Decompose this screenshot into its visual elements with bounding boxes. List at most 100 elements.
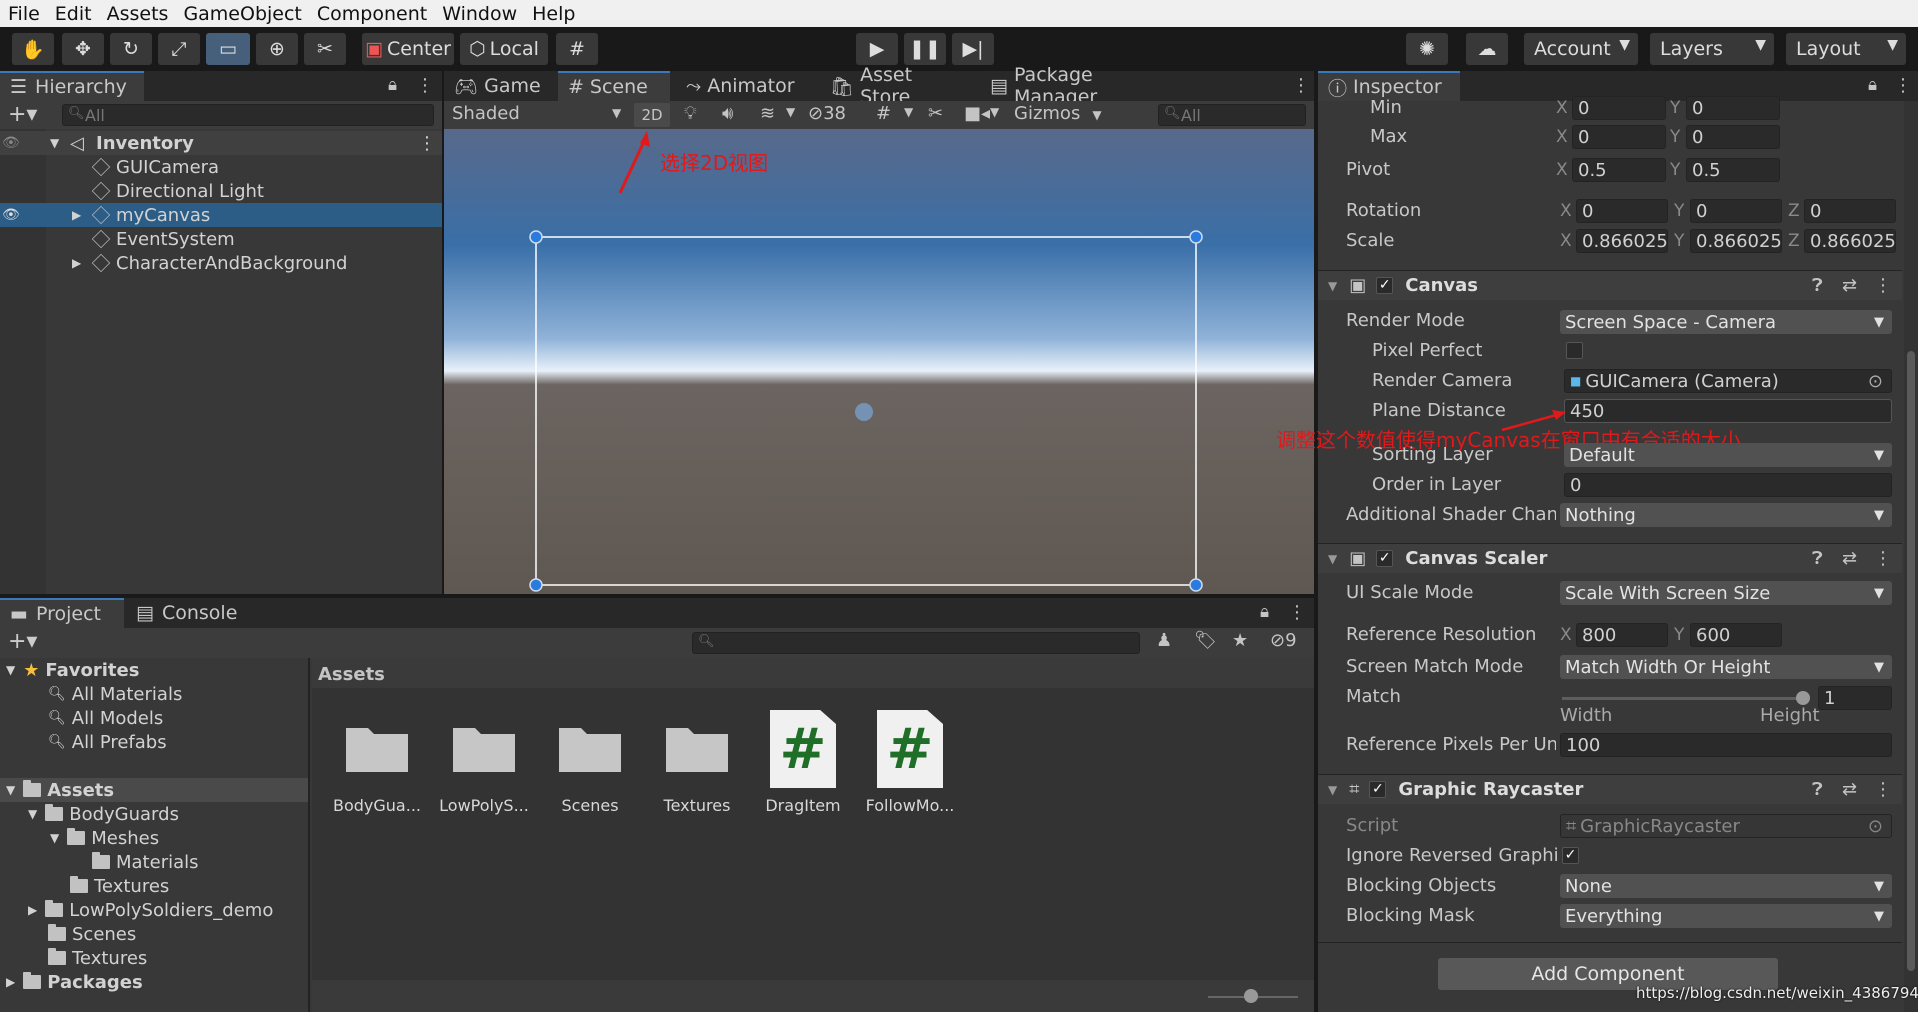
camera-icon[interactable]: ■◂ <box>964 103 990 124</box>
more-icon[interactable]: ⋮ <box>1874 275 1892 296</box>
custom-tool-icon[interactable]: ✂ <box>304 33 346 65</box>
chevron-down-icon[interactable]: ▼ <box>990 105 999 119</box>
graphic-raycaster-header[interactable]: ▼ ⌗ ✓ Graphic Raycaster ❓︎ ⇄ ⋮ <box>1318 774 1902 804</box>
ignore-reversed-checkbox[interactable]: ✓ <box>1562 847 1579 864</box>
enabled-checkbox[interactable]: ✓ <box>1376 277 1394 294</box>
menu-gameobject[interactable]: GameObject <box>175 3 308 25</box>
blocking-mask-dropdown[interactable]: Everything ▼ <box>1560 904 1892 928</box>
chevron-right-icon[interactable]: ▶ <box>72 208 81 222</box>
chevron-down-icon[interactable]: ▼ <box>786 105 795 119</box>
canvas-scaler-header[interactable]: ▼ ▣ ✓ Canvas Scaler ❓︎ ⇄ ⋮ <box>1318 543 1902 573</box>
settings-icon[interactable]: ⇄ <box>1842 275 1857 296</box>
more-icon[interactable]: ⋮ <box>416 75 434 96</box>
cloud-icon[interactable]: ☁ <box>1466 33 1508 65</box>
shading-dropdown[interactable]: Shaded ▼ <box>452 103 622 124</box>
pivot-y-field[interactable]: 0.5 <box>1686 158 1780 182</box>
tab-hierarchy[interactable]: ☰ Hierarchy <box>0 71 144 101</box>
layers-dropdown[interactable]: Layers ▼ <box>1650 33 1774 65</box>
sorting-layer-dropdown[interactable]: Default ▼ <box>1564 443 1892 467</box>
rect-tool-icon[interactable]: ▭ <box>206 33 250 65</box>
pause-icon[interactable]: ❚❚ <box>904 33 946 65</box>
transform-tool-icon[interactable]: ⊕ <box>256 33 298 65</box>
list-item[interactable]: Textures <box>48 946 147 970</box>
scene-row[interactable]: 👁︎ ▼ ◁ Inventory ⋮ <box>0 131 442 155</box>
rotation-y-field[interactable]: 0 <box>1690 199 1782 223</box>
eye-icon[interactable]: 👁︎ <box>2 207 20 223</box>
plane-distance-field[interactable]: 450 <box>1564 399 1892 423</box>
list-item[interactable]: 🔍︎ All Models <box>48 706 163 730</box>
list-item[interactable]: 🔍︎ All Materials <box>48 682 182 706</box>
shader-channels-dropdown[interactable]: Nothing ▼ <box>1560 503 1892 527</box>
audio-icon[interactable]: 🔊︎ <box>722 103 733 124</box>
order-in-layer-field[interactable]: 0 <box>1564 473 1892 497</box>
render-mode-dropdown[interactable]: Screen Space - Camera ▼ <box>1560 310 1892 334</box>
tab-console[interactable]: ▤ Console <box>126 598 256 628</box>
effects-icon[interactable]: ≋ <box>760 103 775 124</box>
ui-scale-mode-dropdown[interactable]: Scale With Screen Size ▼ <box>1560 581 1892 605</box>
tab-scene[interactable]: # Scene <box>558 71 670 101</box>
settings-icon[interactable]: ⇄ <box>1842 779 1857 800</box>
grid-icon[interactable]: # <box>876 103 891 124</box>
tab-package-manager[interactable]: ▤ Package Manager <box>980 64 1180 108</box>
pivot-center-button[interactable]: ▣ Center <box>362 33 454 65</box>
object-picker-icon[interactable]: ⊙ <box>1868 371 1883 392</box>
grid-snap-icon[interactable]: # <box>556 33 598 65</box>
breadcrumb-assets[interactable]: Assets <box>318 664 385 685</box>
enabled-checkbox[interactable]: ✓ <box>1369 781 1387 798</box>
anchor-max-y-field[interactable]: 0 <box>1686 125 1780 149</box>
tab-game[interactable]: 🎮︎ Game <box>444 71 556 101</box>
pivot-x-field[interactable]: 0.5 <box>1572 158 1666 182</box>
assets-node[interactable]: ▼ Assets <box>0 778 308 802</box>
anchor-max-x-field[interactable]: 0 <box>1572 125 1666 149</box>
add-icon[interactable]: +▾ <box>8 102 37 127</box>
help-icon[interactable]: ❓︎ <box>1812 779 1823 800</box>
screen-match-mode-dropdown[interactable]: Match Width Or Height ▼ <box>1560 655 1892 679</box>
chevron-down-icon[interactable]: ▼ <box>904 105 913 119</box>
move-tool-icon[interactable]: ✥ <box>62 33 104 65</box>
more-icon[interactable]: ⋮ <box>1874 779 1892 800</box>
rotation-x-field[interactable]: 0 <box>1576 199 1668 223</box>
packages-node[interactable]: ▶ Packages <box>6 970 143 994</box>
lighting-icon[interactable]: 💡︎ <box>684 103 697 124</box>
list-item[interactable]: ▶ CharacterAndBackground <box>0 251 442 275</box>
rotate-tool-icon[interactable]: ↻ <box>110 33 152 65</box>
scale-y-field[interactable]: 0.866025 <box>1690 229 1782 253</box>
menu-edit[interactable]: Edit <box>47 3 99 25</box>
enabled-checkbox[interactable]: ✓ <box>1376 550 1394 567</box>
reference-resolution-y-field[interactable]: 600 <box>1690 623 1782 647</box>
settings-icon[interactable]: ⇄ <box>1842 548 1857 569</box>
hidden-packages-toggle[interactable]: ⊘ 9 <box>1270 630 1297 651</box>
scene-search-input[interactable]: 🔍︎ All <box>1158 104 1306 126</box>
match-slider-handle[interactable] <box>1796 691 1810 705</box>
favorites-node[interactable]: ▼ ★ Favorites <box>6 658 139 682</box>
lock-icon[interactable]: 🔒︎ <box>388 75 397 95</box>
csharp-script-icon[interactable]: # <box>877 710 943 788</box>
collab-icon[interactable]: ✺ <box>1406 33 1448 65</box>
more-icon[interactable]: ⋮ <box>1894 75 1912 96</box>
project-search-input[interactable]: 🔍︎ <box>692 632 1140 654</box>
mode-2d-button[interactable]: 2D <box>634 103 670 127</box>
label-icon[interactable]: 🏷︎ <box>1194 630 1217 651</box>
chevron-down-icon[interactable]: ▼ <box>50 136 59 150</box>
match-value-field[interactable]: 1 <box>1818 686 1892 710</box>
more-icon[interactable]: ⋮ <box>1292 75 1310 96</box>
menu-assets[interactable]: Assets <box>99 3 176 25</box>
render-camera-field[interactable]: ■ GUICamera (Camera) ⊙ <box>1564 369 1892 393</box>
scale-x-field[interactable]: 0.866025 <box>1576 229 1668 253</box>
list-item[interactable]: Textures <box>70 874 169 898</box>
help-icon[interactable]: ❓︎ <box>1812 275 1823 296</box>
canvas-component-header[interactable]: ▼ ▣ ✓ Canvas ❓︎ ⇄ ⋮ <box>1318 270 1902 300</box>
step-icon[interactable]: ▶| <box>952 33 994 65</box>
list-item[interactable]: GUICamera <box>0 155 442 179</box>
play-icon[interactable]: ▶ <box>856 33 898 65</box>
canvas-rect-gizmo[interactable] <box>444 129 1314 594</box>
scale-z-field[interactable]: 0.866025 <box>1804 229 1896 253</box>
menu-file[interactable]: File <box>0 3 47 25</box>
menu-help[interactable]: Help <box>524 3 582 25</box>
csharp-script-icon[interactable]: # <box>770 710 836 788</box>
reference-ppu-field[interactable]: 100 <box>1560 733 1892 757</box>
list-item[interactable]: 🔍︎ All Prefabs <box>48 730 167 754</box>
layout-dropdown[interactable]: Layout ▼ <box>1786 33 1906 65</box>
hierarchy-search-input[interactable]: 🔍︎ All <box>62 104 434 126</box>
more-icon[interactable]: ⋮ <box>1288 602 1306 623</box>
